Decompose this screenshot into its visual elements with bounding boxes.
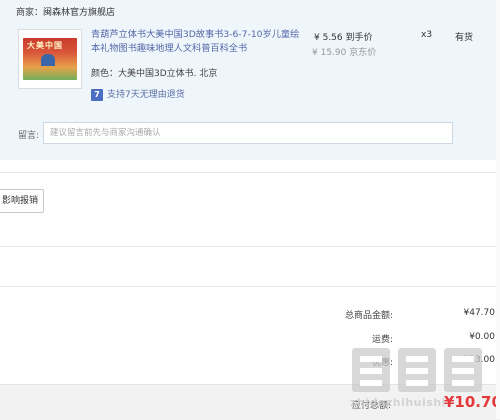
product-thumbnail[interactable]: 大美中国 xyxy=(18,29,82,89)
shop-name-link[interactable]: 闽森林官方旗舰店 xyxy=(43,8,115,18)
invoice-option-button[interactable]: 影响报销 xyxy=(0,189,44,213)
final-price: ¥ 5.56 到手价 xyxy=(314,30,373,43)
remark-input[interactable] xyxy=(43,122,453,144)
shipping-value: ¥0.00 xyxy=(469,332,495,342)
total-label: 总商品金额: xyxy=(344,311,393,321)
original-price-value: ¥ 15.90 xyxy=(312,48,347,58)
product-title-link[interactable]: 青葫芦立体书大美中国3D故事书3-6-7-10岁儿童绘本礼物图书趣味地理人文科普… xyxy=(91,28,303,56)
temple-graphic xyxy=(41,54,55,66)
shop-label: 商家： xyxy=(16,8,44,18)
divider xyxy=(0,172,500,173)
shipping-label: 运费: xyxy=(371,335,393,345)
seven-day-return-icon: 7 xyxy=(91,88,103,101)
variant-label: 颜色： xyxy=(91,69,119,79)
quantity: x3 xyxy=(421,30,433,40)
discount-label: 优惠: xyxy=(371,358,393,368)
scrollbar[interactable] xyxy=(496,0,500,419)
original-price: ¥ 15.90 京东价 xyxy=(312,45,376,58)
return-policy-text: 支持7天无理由退货 xyxy=(107,90,185,100)
original-price-suffix: 京东价 xyxy=(349,48,377,58)
shop-line: 商家：闽森林官方旗舰店 xyxy=(16,5,115,18)
order-panel: 商家：闽森林官方旗舰店 大美中国 青葫芦立体书大美中国3D故事书3-6-7-10… xyxy=(0,0,500,160)
return-policy[interactable]: 7 支持7天无理由退货 xyxy=(91,87,185,101)
stock-status: 有货 xyxy=(455,33,474,43)
final-price-suffix: 到手价 xyxy=(345,33,373,43)
product-variant: 颜色：大美中国3D立体书. 北京 xyxy=(91,66,217,79)
payable-amount: ¥10.70 xyxy=(444,393,500,411)
discount-value: ¥33.00 xyxy=(463,355,496,365)
total-value: ¥47.70 xyxy=(463,308,496,318)
book-cover-title: 大美中国 xyxy=(27,41,63,50)
watermark-text: zhidezhihuishi xyxy=(350,396,446,409)
remark-label: 留言: xyxy=(18,131,40,141)
divider xyxy=(0,246,500,247)
final-price-value: ¥ 5.56 xyxy=(314,33,343,43)
divider xyxy=(0,286,500,287)
variant-value: 大美中国3D立体书. 北京 xyxy=(118,69,218,79)
